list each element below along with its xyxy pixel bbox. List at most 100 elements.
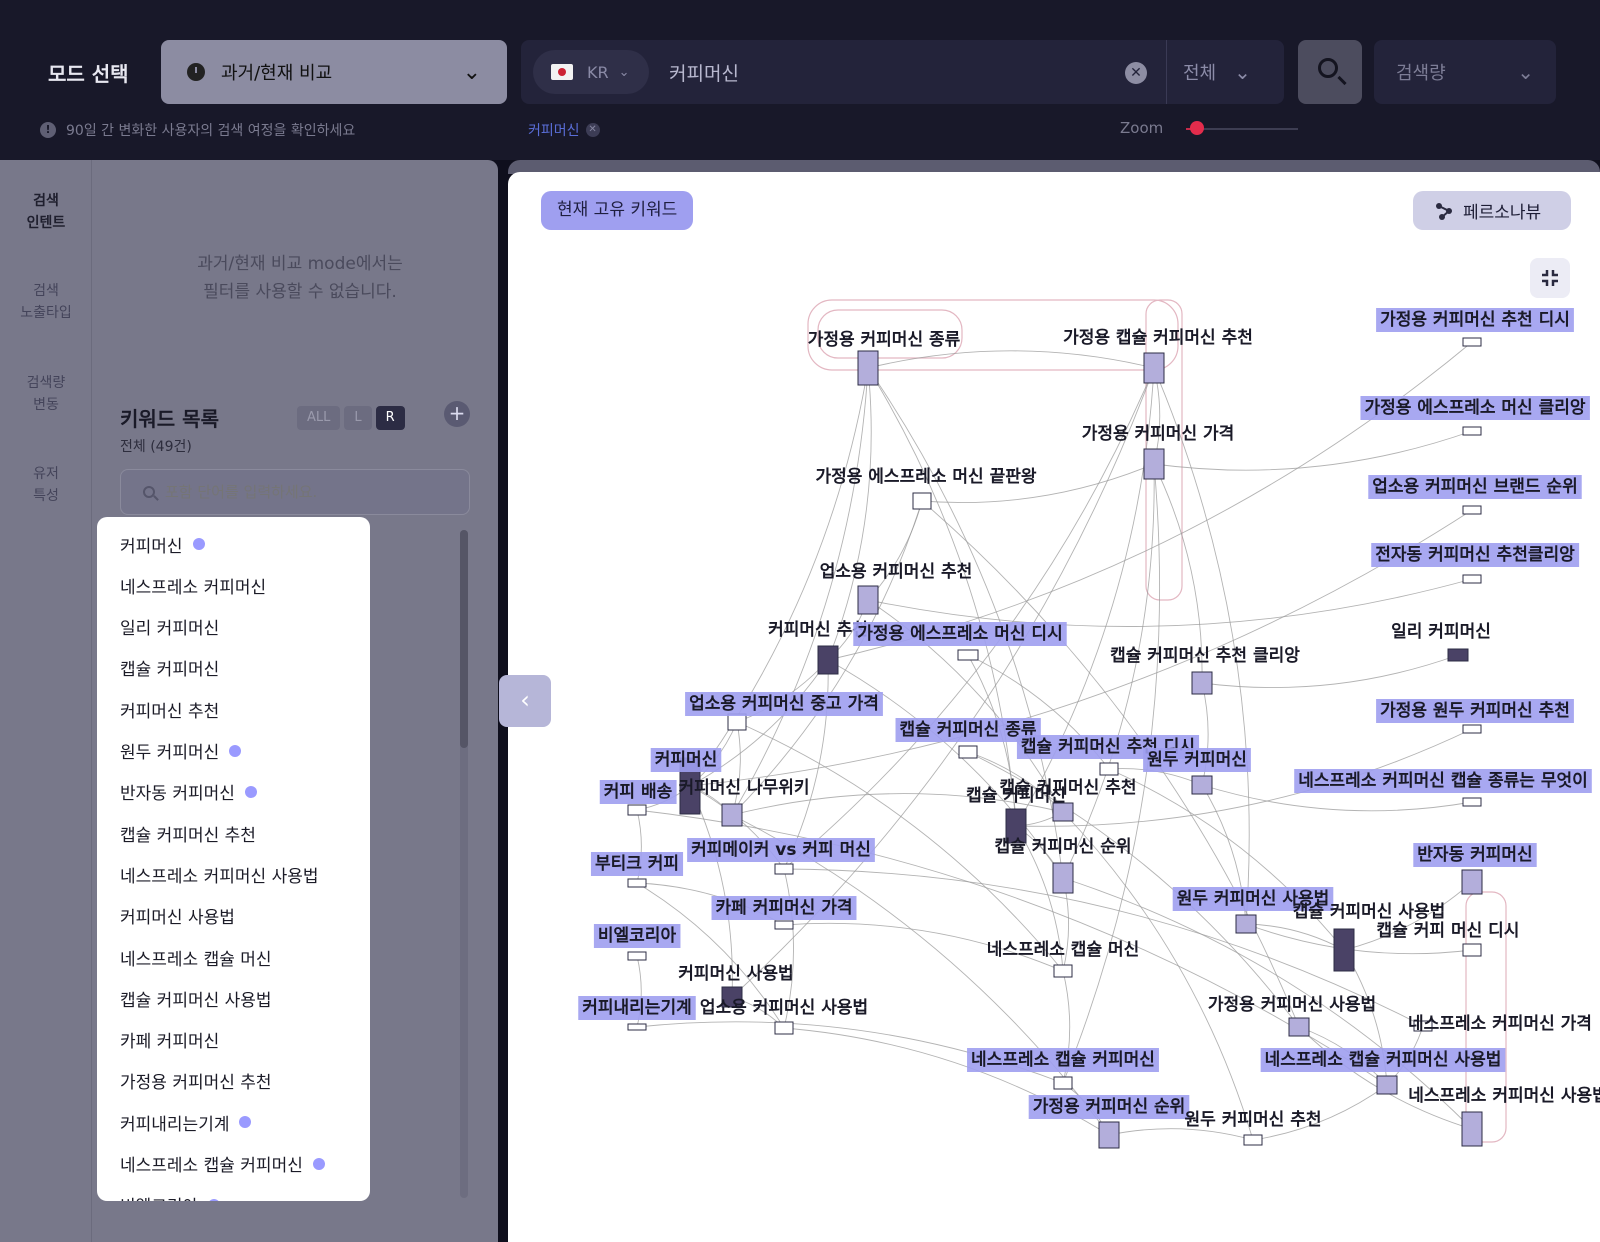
graph-node-label[interactable]: 업소용 커피머신 사용법	[700, 998, 868, 1018]
graph-node-label[interactable]: 커피머신	[655, 750, 718, 770]
graph-node[interactable]	[1053, 964, 1073, 978]
graph-node[interactable]	[627, 878, 647, 888]
graph-node-label[interactable]: 캡슐 커피 머신 디시	[1377, 921, 1520, 941]
graph-node[interactable]	[1462, 505, 1482, 515]
graph-node-label[interactable]: 가정용 에스프레소 머신 디시	[857, 624, 1062, 644]
graph-node[interactable]	[1333, 928, 1355, 972]
mode-select[interactable]: 과거/현재 비교 ⌄	[161, 40, 507, 104]
graph-node[interactable]	[1461, 1111, 1483, 1147]
persona-view-button[interactable]: 페르소나뷰	[1413, 191, 1571, 230]
graph-node[interactable]	[1461, 869, 1483, 895]
graph-node-label[interactable]: 커피머신 나무위키	[678, 778, 809, 798]
keyword-list-item[interactable]: 카페 커피머신	[120, 1025, 219, 1055]
graph-node-label[interactable]: 일리 커피머신	[1391, 622, 1491, 642]
graph-node-label[interactable]: 카페 커피머신 가격	[716, 898, 853, 918]
graph-node[interactable]	[1191, 671, 1213, 695]
keyword-list-item[interactable]: 커피내리는기계	[120, 1107, 252, 1137]
graph-node[interactable]	[627, 804, 647, 816]
graph-node-label[interactable]: 가정용 커피머신 추천 디시	[1380, 310, 1570, 330]
graph-node-label[interactable]: 원두 커피머신	[1147, 750, 1247, 770]
keyword-tag[interactable]: 커피머신 ✕	[528, 120, 600, 140]
graph-node[interactable]	[912, 492, 932, 510]
graph-node-label[interactable]: 네스프레소 커피머신 사용법	[1408, 1086, 1600, 1106]
graph-node[interactable]	[774, 863, 794, 875]
keyword-list-scrollbar[interactable]	[460, 530, 468, 1198]
nav-volume-change[interactable]: 검색량 변동	[0, 372, 92, 416]
graph-node[interactable]	[817, 645, 839, 675]
keyword-search-field[interactable]	[120, 469, 470, 515]
graph-node-label[interactable]: 가정용 에스프레소 머신 끝판왕	[815, 467, 1036, 487]
graph-node[interactable]	[627, 951, 647, 961]
graph-node[interactable]	[1143, 448, 1165, 480]
graph-node-label[interactable]: 커피 배송	[604, 782, 673, 802]
add-keyword-button[interactable]: +	[444, 401, 470, 427]
graph-node-label[interactable]: 네스프레소 커피머신 가격	[1408, 1014, 1592, 1034]
graph-node[interactable]	[1288, 1017, 1310, 1037]
graph-node[interactable]	[1447, 648, 1469, 662]
keyword-list-item[interactable]: 가정용 커피머신 추천	[120, 1066, 272, 1096]
graph-node[interactable]	[857, 585, 879, 615]
graph-node[interactable]	[1462, 426, 1482, 436]
filter-all-button[interactable]: ALL	[297, 406, 341, 430]
keyword-list-item[interactable]: 비엘코리아	[120, 1190, 221, 1201]
keyword-list-item[interactable]: 네스프레소 캡슐 커피머신	[120, 1149, 325, 1179]
graph-node[interactable]	[857, 350, 879, 386]
keyword-list-item[interactable]: 일리 커피머신	[120, 612, 219, 642]
graph-node[interactable]	[1376, 1075, 1398, 1095]
zoom-slider-thumb[interactable]	[1190, 121, 1205, 135]
graph-node[interactable]	[1462, 797, 1482, 807]
keyword-graph[interactable]: 가정용 커피머신 추천 디시가정용 에스프레소 머신 클리앙업소용 커피머신 브…	[508, 172, 1600, 1242]
graph-node[interactable]	[721, 803, 743, 827]
keyword-list-item[interactable]: 네스프레소 커피머신 사용법	[120, 859, 319, 889]
graph-node-label[interactable]: 비엘코리아	[598, 926, 677, 946]
graph-node[interactable]	[1462, 574, 1482, 584]
graph-node-label[interactable]: 캡슐 커피머신 추천 클리앙	[1110, 646, 1300, 666]
nav-search-exposure[interactable]: 검색 노출타입	[0, 280, 92, 324]
graph-node-label[interactable]: 가정용 커피머신 순위	[1033, 1097, 1186, 1117]
keyword-list-item[interactable]: 커피머신 추천	[120, 694, 219, 724]
keyword-list-item[interactable]: 캡슐 커피머신 사용법	[120, 983, 272, 1013]
graph-node-label[interactable]: 가정용 커피머신 가격	[1082, 424, 1235, 444]
graph-node[interactable]	[774, 920, 794, 930]
graph-node[interactable]	[957, 649, 979, 661]
keyword-list-item[interactable]: 커피머신	[120, 529, 205, 559]
graph-node[interactable]	[1243, 1134, 1263, 1146]
graph-node[interactable]	[1235, 914, 1257, 934]
graph-node-label[interactable]: 반자동 커피머신	[1417, 845, 1532, 865]
collapse-panel-button[interactable]: ‹	[499, 675, 551, 727]
scope-select[interactable]: 전체 ⌄	[1166, 40, 1284, 104]
graph-node-label[interactable]: 캡슐 커피머신 종류	[900, 720, 1037, 740]
graph-node-label[interactable]: 네스프레소 캡슐 머신	[987, 940, 1140, 960]
graph-node-label[interactable]: 네스프레소 캡슐 커피머신	[971, 1050, 1155, 1070]
country-select[interactable]: KR ⌄	[533, 50, 649, 94]
search-button[interactable]	[1298, 40, 1362, 104]
keyword-list-item[interactable]: 캡슐 커피머신 추천	[120, 818, 256, 848]
clear-search-button[interactable]: ✕	[1125, 62, 1147, 84]
graph-node-label[interactable]: 가정용 커피머신 종류	[808, 330, 961, 350]
graph-node-label[interactable]: 가정용 원두 커피머신 추천	[1380, 701, 1570, 721]
graph-node[interactable]	[1462, 337, 1482, 347]
keyword-search-input[interactable]	[165, 483, 445, 501]
graph-node-label[interactable]: 업소용 커피머신 브랜드 순위	[1372, 477, 1577, 497]
filter-r-button[interactable]: R	[375, 406, 405, 430]
filter-l-button[interactable]: L	[344, 406, 372, 430]
graph-node[interactable]	[774, 1021, 794, 1035]
graph-node-label[interactable]: 업소용 커피머신 추천	[820, 562, 973, 582]
graph-node-label[interactable]: 네스프레소 캡슐 커피머신 사용법	[1265, 1050, 1502, 1070]
graph-node[interactable]	[1052, 862, 1074, 894]
keyword-list-item[interactable]: 반자동 커피머신	[120, 777, 257, 807]
graph-node-label[interactable]: 가정용 커피머신 사용법	[1208, 995, 1376, 1015]
keyword-list-item[interactable]: 원두 커피머신	[120, 736, 242, 766]
close-icon[interactable]: ✕	[585, 123, 600, 137]
graph-node-label[interactable]: 캡슐 커피머신	[966, 786, 1066, 806]
graph-node-label[interactable]: 커피머신 추천	[768, 620, 868, 640]
graph-node-label[interactable]: 전자동 커피머신 추천클리앙	[1375, 545, 1575, 565]
graph-node[interactable]	[1143, 352, 1165, 384]
keyword-list-item[interactable]: 네스프레소 커피머신	[120, 570, 266, 600]
graph-node-label[interactable]: 커피메이커 vs 커피 머신	[691, 840, 871, 860]
scrollbar-thumb[interactable]	[460, 530, 468, 748]
graph-node[interactable]	[727, 713, 747, 731]
graph-node[interactable]	[1053, 1076, 1073, 1090]
volume-select[interactable]: 검색량 ⌄	[1374, 40, 1556, 104]
graph-node[interactable]	[627, 1023, 647, 1031]
